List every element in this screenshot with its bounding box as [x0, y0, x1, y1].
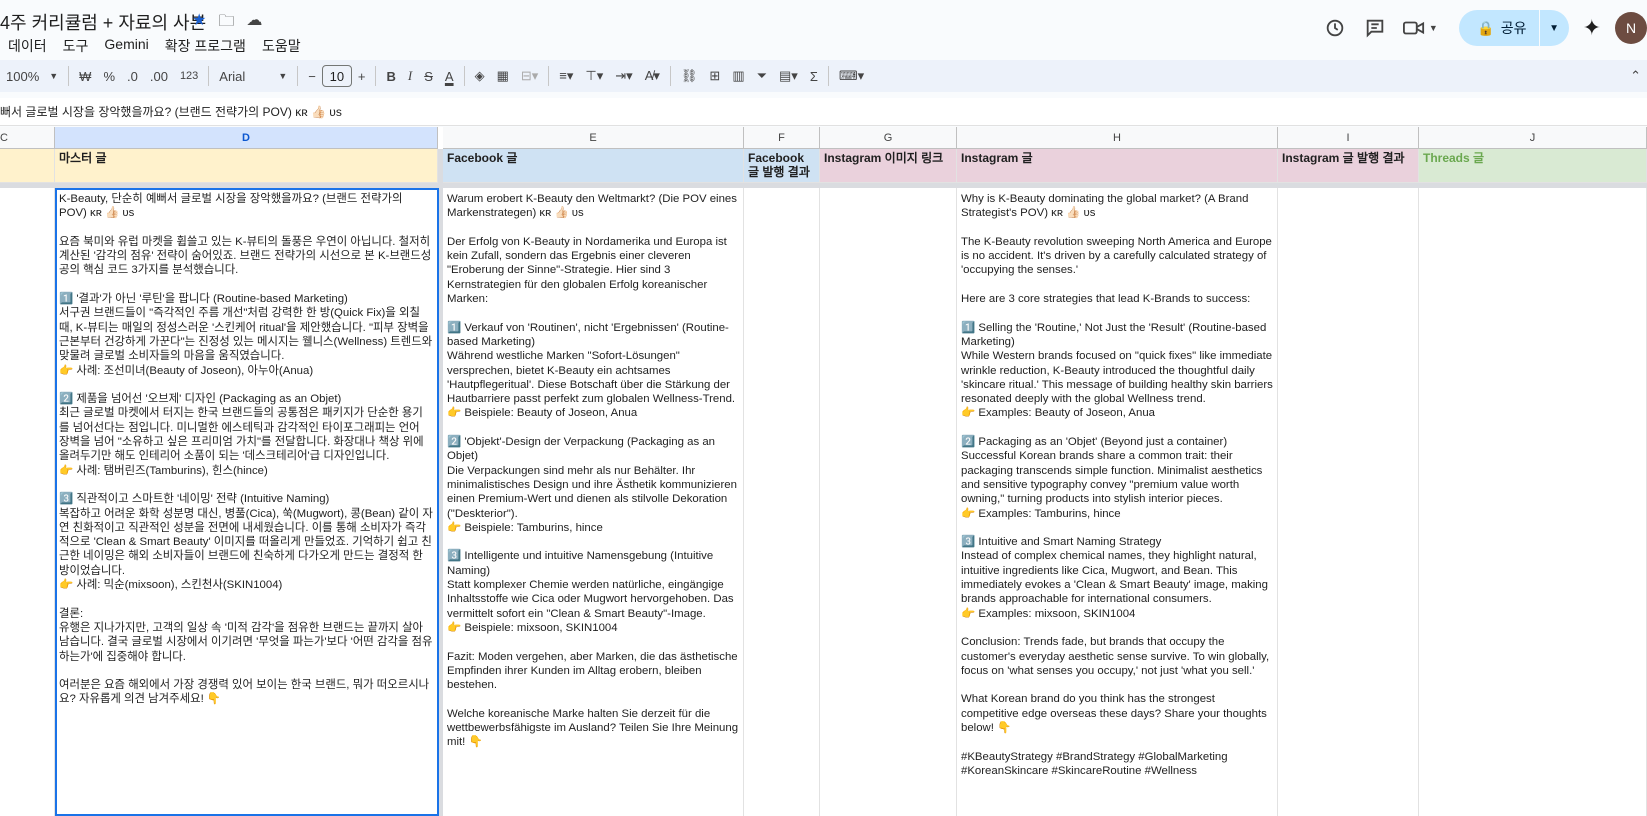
filter-views-icon[interactable]: ▤▾	[773, 62, 804, 90]
increase-decimal-button[interactable]: .00	[144, 62, 174, 90]
column-header-j[interactable]: J	[1419, 127, 1647, 149]
comment-icon[interactable]	[1355, 8, 1395, 48]
borders-icon[interactable]: ▦	[491, 62, 515, 90]
percent-button[interactable]: %	[97, 62, 121, 90]
cell-j2[interactable]	[1419, 188, 1647, 816]
input-tools-icon[interactable]: ⌨▾	[833, 62, 870, 90]
divider	[208, 66, 210, 86]
decrease-decimal-button[interactable]: .0	[121, 62, 144, 90]
top-bar: 4주 커리큘럼 + 자료의 사본 ★ 🗀 ☁ 데이터 도구 Gemini 확장 …	[0, 0, 1647, 60]
cell-e2[interactable]: Warum erobert K-Beauty den Weltmarkt? (D…	[443, 188, 744, 816]
link-icon[interactable]: ⛓	[675, 62, 704, 90]
frozen-column-divider[interactable]	[438, 149, 443, 816]
cell-i2[interactable]	[1278, 188, 1419, 816]
share-label: 공유	[1500, 20, 1527, 36]
chevron-down-icon: ▼	[278, 71, 288, 81]
menu-extensions[interactable]: 확장 프로그램	[165, 36, 246, 56]
cell-f2[interactable]	[744, 188, 820, 816]
lock-icon: 🔒	[1477, 19, 1495, 36]
text-wrap-icon[interactable]: ⇥▾	[609, 62, 638, 90]
gemini-icon[interactable]: ✦	[1583, 15, 1601, 41]
menu-bar: 데이터 도구 Gemini 확장 프로그램 도움말	[8, 36, 301, 56]
number-format-button[interactable]: 123	[174, 62, 204, 90]
cell-d2[interactable]: K-Beauty, 단순히 예뻐서 글로벌 시장을 장악했을까요? (브랜드 전…	[55, 188, 438, 816]
divider	[827, 66, 829, 86]
menu-help[interactable]: 도움말	[262, 36, 301, 56]
cell-c2[interactable]	[0, 188, 55, 816]
column-header-h[interactable]: H	[957, 127, 1278, 149]
merge-cells-icon[interactable]: ⊟▾	[515, 62, 544, 90]
avatar[interactable]: N	[1615, 12, 1647, 44]
vertical-align-icon[interactable]: ⊤▾	[579, 62, 609, 90]
right-tools: ▼ 🔒 공유 ▼ ✦ N	[1315, 8, 1647, 48]
divider	[669, 66, 671, 86]
cloud-status-icon[interactable]: ☁	[246, 10, 262, 37]
menu-tools[interactable]: 도구	[63, 36, 89, 56]
column-header-e[interactable]: E	[443, 127, 744, 149]
divider	[375, 66, 377, 86]
formula-bar[interactable]: 뻐서 글로벌 시장을 장악했을까요? (브랜드 전략가의 POV) ᴋʀ 👍🏻 …	[0, 98, 1647, 126]
meet-icon[interactable]: ▼	[1395, 8, 1445, 48]
zoom-select[interactable]: 100% ▼	[0, 62, 64, 90]
font-size-increase-button[interactable]: +	[352, 62, 372, 90]
header-cell-h[interactable]: Instagram 글	[957, 149, 1278, 183]
menu-gemini[interactable]: Gemini	[104, 36, 148, 56]
header-cell-g[interactable]: Instagram 이미지 링크	[820, 149, 957, 183]
font-size-decrease-button[interactable]: −	[302, 62, 322, 90]
header-cell-c[interactable]	[0, 149, 55, 183]
zoom-value: 100%	[6, 68, 40, 84]
divider	[68, 66, 70, 86]
column-header-c[interactable]: C	[0, 127, 55, 149]
divider	[548, 66, 550, 86]
column-header-g[interactable]: G	[820, 127, 957, 149]
move-folder-icon[interactable]: 🗀	[218, 10, 234, 37]
font-value: Arial	[219, 68, 246, 84]
collapse-menu-icon[interactable]: ⌃	[1624, 62, 1647, 90]
divider	[297, 66, 299, 86]
share-dropdown-icon[interactable]: ▼	[1538, 10, 1569, 46]
insert-comment-icon[interactable]: ⊞	[703, 62, 726, 90]
share-button[interactable]: 🔒 공유 ▼	[1459, 10, 1569, 46]
header-cell-j[interactable]: Threads 글	[1419, 149, 1647, 183]
italic-button[interactable]: I	[402, 62, 418, 90]
divider	[463, 66, 465, 86]
header-cell-f[interactable]: Facebook 글 발행 결과	[744, 149, 820, 183]
star-icon[interactable]: ★	[192, 10, 206, 37]
document-title[interactable]: 4주 커리큘럼 + 자료의 사본	[0, 9, 206, 35]
title-icons: ★ 🗀 ☁	[192, 10, 262, 37]
functions-icon[interactable]: Σ	[804, 62, 824, 90]
menu-data[interactable]: 데이터	[8, 36, 47, 56]
filter-icon[interactable]: ⏷	[751, 62, 773, 90]
spreadsheet-grid: C D E F G H I J 마스터 글 Facebook 글 Faceboo…	[0, 127, 1647, 816]
fill-color-icon[interactable]: ◈	[469, 62, 491, 90]
chevron-down-icon: ▼	[49, 71, 59, 81]
horizontal-align-icon[interactable]: ≡▾	[553, 62, 579, 90]
column-header-f[interactable]: F	[744, 127, 820, 149]
column-header-d[interactable]: D	[55, 127, 438, 149]
history-icon[interactable]	[1315, 8, 1355, 48]
header-cell-d[interactable]: 마스터 글	[55, 149, 438, 183]
insert-chart-icon[interactable]: ▥	[726, 62, 750, 90]
column-header-i[interactable]: I	[1278, 127, 1419, 149]
currency-button[interactable]: ₩	[73, 62, 97, 90]
font-size-input[interactable]: 10	[321, 65, 352, 87]
cell-h2[interactable]: Why is K-Beauty dominating the global ma…	[957, 188, 1278, 816]
font-select[interactable]: Arial ▼	[213, 62, 293, 90]
chevron-down-icon: ▼	[1428, 23, 1438, 33]
text-color-button[interactable]: A	[439, 62, 460, 90]
toolbar: 100% ▼ ₩ % .0 .00 123 Arial ▼ − 10 + B I S…	[0, 60, 1647, 92]
header-cell-i[interactable]: Instagram 글 발행 결과	[1278, 149, 1419, 183]
header-cell-e[interactable]: Facebook 글	[443, 149, 744, 183]
cell-g2[interactable]	[820, 188, 957, 816]
bold-button[interactable]: B	[380, 62, 401, 90]
text-rotation-icon[interactable]: A̸▾	[639, 62, 666, 90]
strikethrough-button[interactable]: S	[418, 62, 439, 90]
